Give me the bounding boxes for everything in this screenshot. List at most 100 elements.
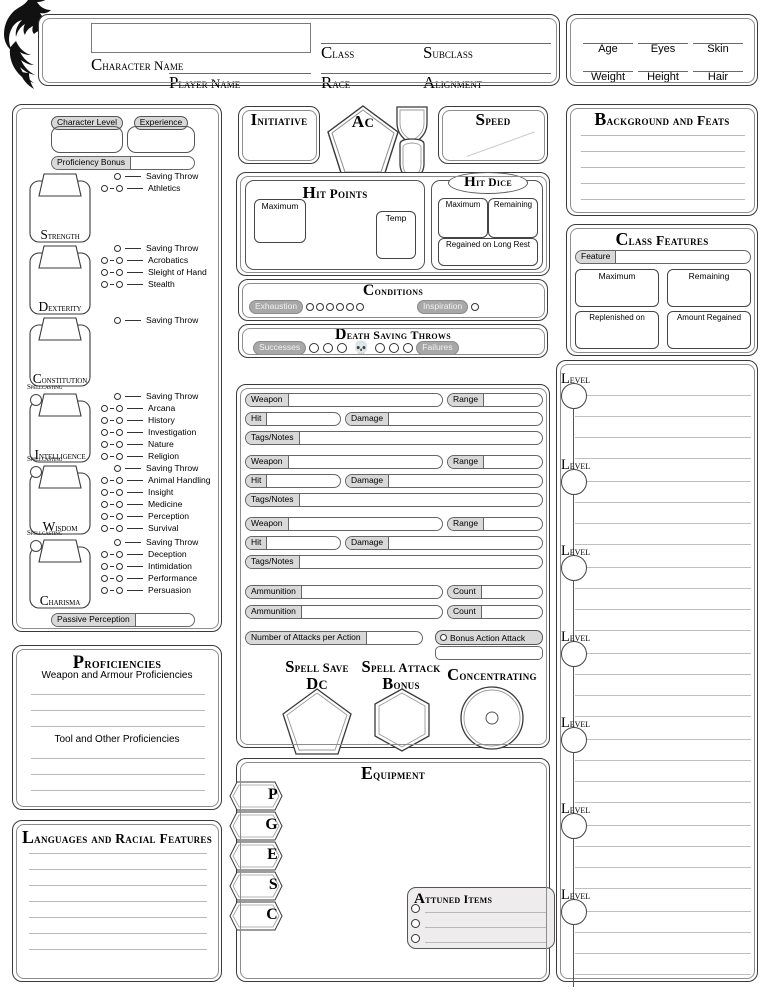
- level-note-line[interactable]: [575, 630, 751, 631]
- ammunition-field-2[interactable]: Ammunition: [245, 605, 443, 619]
- skill-modifier-line[interactable]: [127, 590, 143, 591]
- skill-modifier-line[interactable]: [127, 480, 143, 481]
- level-note-line[interactable]: [575, 588, 751, 589]
- hp-temp-field[interactable]: Temp: [376, 211, 416, 259]
- attuned-item-checkbox[interactable]: [411, 919, 420, 928]
- currency-slot-electrum[interactable]: E: [229, 841, 283, 871]
- expertise-dot[interactable]: [116, 185, 123, 192]
- skill-modifier-line[interactable]: [127, 444, 143, 445]
- range-field-2[interactable]: Range: [447, 455, 543, 469]
- level-note-line[interactable]: [575, 458, 751, 459]
- skill-modifier-line[interactable]: [127, 578, 143, 579]
- skill-row-saving-throw[interactable]: Saving Throw: [101, 537, 198, 548]
- attacks-per-action-field[interactable]: Number of Attacks per Action: [245, 631, 423, 645]
- proficiency-dot[interactable]: [101, 513, 108, 520]
- proficiency-dot[interactable]: [101, 563, 108, 570]
- attuned-item-line[interactable]: [425, 912, 547, 913]
- expertise-dot[interactable]: [116, 441, 123, 448]
- level-note-line[interactable]: [587, 481, 751, 482]
- weapon-proficiency-line[interactable]: [31, 726, 205, 727]
- level-note-line[interactable]: [587, 825, 751, 826]
- expertise-dot[interactable]: [116, 575, 123, 582]
- proficiency-dot[interactable]: [101, 269, 108, 276]
- expertise-dot[interactable]: [116, 477, 123, 484]
- skill-modifier-line[interactable]: [125, 542, 141, 543]
- skill-row-persuasion[interactable]: Persuasion: [101, 585, 191, 596]
- hit-dice-maximum-field[interactable]: Maximum: [438, 198, 488, 238]
- skill-modifier-line[interactable]: [127, 516, 143, 517]
- tool-proficiency-line[interactable]: [31, 774, 205, 775]
- damage-field-1[interactable]: Damage: [345, 412, 543, 426]
- level-note-line[interactable]: [575, 867, 751, 868]
- inspiration-dots[interactable]: [471, 302, 480, 311]
- skill-modifier-line[interactable]: [125, 248, 141, 249]
- language-line[interactable]: [29, 869, 207, 870]
- skill-row-survival[interactable]: Survival: [101, 523, 179, 534]
- level-note-line[interactable]: [575, 974, 751, 975]
- skill-row-acrobatics[interactable]: Acrobatics: [101, 255, 188, 266]
- hit-field-1[interactable]: Hit: [245, 412, 341, 426]
- skill-row-insight[interactable]: Insight: [101, 487, 173, 498]
- proficiency-dot[interactable]: [101, 429, 108, 436]
- expertise-dot[interactable]: [116, 429, 123, 436]
- inspiration-tracker[interactable]: Inspiration: [417, 300, 480, 314]
- level-note-line[interactable]: [587, 395, 751, 396]
- attuned-item-checkbox[interactable]: [411, 934, 420, 943]
- background-line[interactable]: [581, 167, 745, 168]
- skill-modifier-line[interactable]: [127, 456, 143, 457]
- level-note-line[interactable]: [575, 674, 751, 675]
- level-note-line[interactable]: [575, 544, 751, 545]
- skill-modifier-line[interactable]: [127, 188, 143, 189]
- skill-row-saving-throw[interactable]: Saving Throw: [101, 463, 198, 474]
- level-note-line[interactable]: [575, 416, 751, 417]
- background-line[interactable]: [581, 199, 745, 200]
- exhaustion-dot[interactable]: [316, 302, 325, 311]
- proficiency-dot[interactable]: [101, 417, 108, 424]
- skill-modifier-line[interactable]: [127, 260, 143, 261]
- expertise-dot[interactable]: [116, 453, 123, 460]
- skill-row-deception[interactable]: Deception: [101, 549, 187, 560]
- skill-modifier-line[interactable]: [127, 554, 143, 555]
- expertise-dot[interactable]: [116, 501, 123, 508]
- weapon-field-2[interactable]: Weapon: [245, 455, 443, 469]
- death-save-failure-dot[interactable]: [375, 342, 386, 353]
- spell-save-dc-pentagon[interactable]: [281, 687, 353, 757]
- language-line[interactable]: [29, 885, 207, 886]
- attuned-item-checkbox[interactable]: [411, 904, 420, 913]
- level-note-line[interactable]: [575, 609, 751, 610]
- weapon-proficiency-line[interactable]: [31, 710, 205, 711]
- skill-modifier-line[interactable]: [125, 396, 141, 397]
- exhaustion-dot[interactable]: [336, 302, 345, 311]
- expertise-dot[interactable]: [116, 417, 123, 424]
- skill-row-saving-throw[interactable]: Saving Throw: [101, 243, 198, 254]
- expertise-dot[interactable]: [116, 513, 123, 520]
- skill-row-saving-throw[interactable]: Saving Throw: [101, 315, 198, 326]
- skill-row-saving-throw[interactable]: Saving Throw: [101, 171, 198, 182]
- bonus-action-attack-input[interactable]: [435, 646, 543, 660]
- skill-row-saving-throw[interactable]: Saving Throw: [101, 391, 198, 402]
- proficiency-dot[interactable]: [101, 281, 108, 288]
- class-feature-amount-regained-field[interactable]: Amount Regained: [667, 311, 751, 349]
- range-field-3[interactable]: Range: [447, 517, 543, 531]
- level-note-line[interactable]: [575, 523, 751, 524]
- skill-row-arcana[interactable]: Arcana: [101, 403, 175, 414]
- attuned-item-line[interactable]: [425, 927, 547, 928]
- bonus-action-radio-icon[interactable]: [440, 634, 447, 641]
- expertise-dot[interactable]: [116, 269, 123, 276]
- death-save-success-dot[interactable]: [337, 342, 348, 353]
- failures-dots[interactable]: [375, 342, 414, 353]
- tool-proficiency-line[interactable]: [31, 758, 205, 759]
- expertise-dot[interactable]: [116, 563, 123, 570]
- level-note-line[interactable]: [575, 932, 751, 933]
- damage-field-2[interactable]: Damage: [345, 474, 543, 488]
- experience-input[interactable]: [127, 126, 195, 153]
- skill-modifier-line[interactable]: [125, 320, 141, 321]
- initiative-panel[interactable]: Initiative: [238, 106, 320, 164]
- skill-modifier-line[interactable]: [127, 504, 143, 505]
- spellcasting-ability-circle[interactable]: [30, 466, 42, 478]
- hp-maximum-field[interactable]: Maximum: [254, 199, 306, 243]
- bonus-action-attack-toggle[interactable]: Bonus Action Attack: [435, 630, 543, 645]
- speed-panel[interactable]: Speed: [438, 106, 548, 164]
- expertise-dot[interactable]: [116, 281, 123, 288]
- hit-field-2[interactable]: Hit: [245, 474, 341, 488]
